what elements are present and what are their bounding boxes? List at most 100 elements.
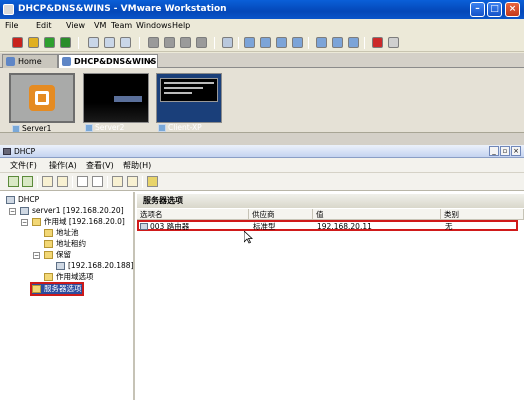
menu-team[interactable]: Team bbox=[111, 20, 132, 32]
table-row[interactable]: 003 路由器 标准型 192.168.20.11 无 bbox=[137, 220, 518, 231]
revert-snapshot-icon[interactable] bbox=[104, 37, 115, 48]
vmware-app-icon bbox=[3, 4, 14, 15]
tree-node-server-options[interactable]: 服务器选项 bbox=[30, 282, 84, 296]
tab-vm[interactable]: DHCP&DNS&WINS × bbox=[58, 54, 158, 68]
tree-node-server[interactable]: server1 [192.168.20.20] bbox=[20, 206, 124, 216]
menu-help[interactable]: Help bbox=[172, 20, 190, 32]
back-icon[interactable] bbox=[8, 176, 19, 187]
column-vendor[interactable]: 供应商 bbox=[249, 209, 313, 220]
power-off-icon[interactable] bbox=[12, 37, 23, 48]
vmware-toolbar bbox=[0, 34, 524, 52]
minimize-button[interactable]: – bbox=[470, 2, 485, 17]
cell-category: 无 bbox=[445, 222, 453, 231]
menu-view[interactable]: View bbox=[66, 20, 85, 32]
maximize-button[interactable]: □ bbox=[487, 2, 502, 17]
dhcp-menu-help[interactable]: 帮助(H) bbox=[123, 160, 151, 172]
thumbnail-client-xp[interactable]: Client-XP bbox=[156, 73, 222, 132]
console-separator bbox=[0, 132, 524, 145]
export-list-icon[interactable] bbox=[92, 176, 103, 187]
summary-view-icon[interactable] bbox=[292, 37, 303, 48]
team-network-icon[interactable] bbox=[196, 37, 207, 48]
reservations-icon bbox=[44, 251, 53, 259]
dhcp-menu-action[interactable]: 操作(A) bbox=[49, 160, 77, 172]
menu-file[interactable]: File bbox=[5, 20, 18, 32]
vmware-logo-icon bbox=[29, 85, 55, 111]
vm-icon bbox=[62, 57, 71, 66]
collapse-icon[interactable]: − bbox=[33, 252, 40, 259]
tab-bar: Home DHCP&DNS&WINS × bbox=[0, 53, 524, 68]
tree-node-address-leases[interactable]: 地址租约 bbox=[44, 239, 86, 249]
window-title: DHCP&DNS&WINS - VMware Workstation bbox=[18, 4, 227, 14]
appliance-view-icon[interactable] bbox=[316, 37, 327, 48]
dhcp-menu-view[interactable]: 查看(V) bbox=[86, 160, 114, 172]
tree-node-reservations[interactable]: 保留 bbox=[44, 250, 71, 260]
close-button[interactable]: × bbox=[505, 2, 520, 17]
tree-node-address-pool[interactable]: 地址池 bbox=[44, 228, 79, 238]
vmware-menubar: File Edit View VM Team Windows Help bbox=[0, 19, 524, 33]
team-icon[interactable] bbox=[148, 37, 159, 48]
collapse-icon[interactable]: − bbox=[21, 219, 28, 226]
quick-switch-icon[interactable] bbox=[260, 37, 271, 48]
dhcp-menu-file[interactable]: 文件(F) bbox=[10, 160, 37, 172]
tab-home[interactable]: Home bbox=[2, 54, 58, 68]
reset-icon[interactable] bbox=[60, 37, 71, 48]
collapse-icon[interactable]: − bbox=[9, 208, 16, 215]
thumbnail-bar-icon[interactable] bbox=[332, 37, 343, 48]
column-option-name[interactable]: 选项名 bbox=[137, 209, 249, 220]
console-view-icon[interactable] bbox=[276, 37, 287, 48]
up-folder-icon[interactable] bbox=[42, 176, 53, 187]
full-screen-icon[interactable] bbox=[244, 37, 255, 48]
vm-thumbnail-bar: Server1 Server2 Client-XP bbox=[0, 68, 524, 133]
suspend-icon[interactable] bbox=[28, 37, 39, 48]
tab-close-icon[interactable]: × bbox=[147, 55, 154, 68]
home-icon bbox=[6, 57, 15, 66]
tree-node-reservation-item[interactable]: [192.168.20.188] bbox=[56, 261, 134, 271]
dhcp-toolbar bbox=[0, 173, 524, 191]
dhcp-close-button[interactable]: × bbox=[511, 146, 521, 156]
dhcp-window-title: DHCP bbox=[14, 147, 36, 156]
authorize-icon[interactable] bbox=[147, 176, 158, 187]
cell-option-name: 003 路由器 bbox=[150, 222, 190, 231]
thumbnail-label: Server2 bbox=[95, 123, 125, 132]
dhcp-restore-button[interactable]: ▫ bbox=[500, 146, 510, 156]
snapshot-icon[interactable] bbox=[88, 37, 99, 48]
option-icon bbox=[140, 223, 148, 230]
vm-status-icon bbox=[158, 124, 166, 132]
menu-edit[interactable]: Edit bbox=[36, 20, 52, 32]
address-leases-icon bbox=[44, 240, 53, 248]
tree-node-scope-options[interactable]: 作用域选项 bbox=[44, 272, 94, 282]
cell-value: 192.168.20.11 bbox=[317, 222, 372, 231]
thumbnail-server2[interactable]: Server2 bbox=[83, 73, 149, 132]
dhcp-app-icon bbox=[3, 148, 11, 155]
snapshot-manager-icon[interactable] bbox=[120, 37, 131, 48]
power-on-icon[interactable] bbox=[44, 37, 55, 48]
help-icon[interactable] bbox=[112, 176, 123, 187]
team-power-icon[interactable] bbox=[164, 37, 175, 48]
tree-node-scope[interactable]: 作用域 [192.168.20.0] bbox=[32, 217, 125, 227]
menu-vm[interactable]: VM bbox=[94, 20, 106, 32]
forward-icon[interactable] bbox=[22, 176, 33, 187]
dhcp-icon bbox=[6, 196, 15, 204]
thumbnail-server1[interactable]: Server1 bbox=[9, 73, 75, 133]
server-options-icon bbox=[32, 285, 41, 293]
cell-vendor: 标准型 bbox=[253, 222, 276, 231]
column-category[interactable]: 类别 bbox=[441, 209, 524, 220]
unity-icon[interactable] bbox=[222, 37, 233, 48]
dhcp-minimize-button[interactable]: _ bbox=[489, 146, 499, 156]
team-settings-icon[interactable] bbox=[180, 37, 191, 48]
record-icon[interactable] bbox=[372, 37, 383, 48]
dhcp-menubar: 文件(F) 操作(A) 查看(V) 帮助(H) bbox=[0, 158, 524, 173]
dhcp-window-title-bar: DHCP _ ▫ × bbox=[0, 145, 524, 158]
tree-node-dhcp-root[interactable]: DHCP bbox=[6, 195, 39, 205]
menu-windows[interactable]: Windows bbox=[136, 20, 172, 32]
column-value[interactable]: 值 bbox=[313, 209, 441, 220]
sidebar-toggle-icon[interactable] bbox=[348, 37, 359, 48]
refresh-icon[interactable] bbox=[127, 176, 138, 187]
thumbnail-label: Client-XP bbox=[168, 123, 202, 132]
properties-icon[interactable] bbox=[77, 176, 88, 187]
settings-icon[interactable] bbox=[388, 37, 399, 48]
mouse-cursor-icon bbox=[244, 231, 253, 244]
details-column-headers: 选项名 供应商 值 类别 bbox=[137, 209, 524, 220]
address-pool-icon bbox=[44, 229, 53, 237]
show-tree-icon[interactable] bbox=[57, 176, 68, 187]
